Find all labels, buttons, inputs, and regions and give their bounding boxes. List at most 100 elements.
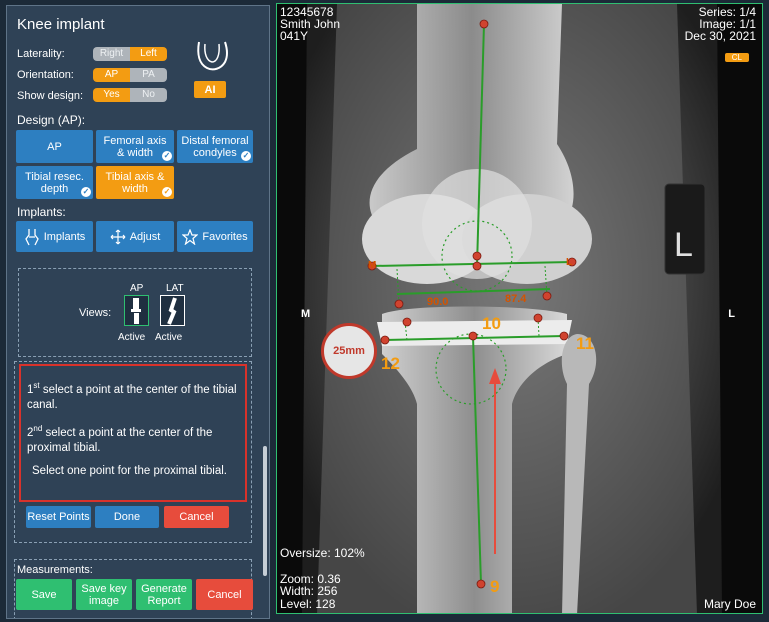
- view-ap-thumbnail[interactable]: [124, 295, 149, 326]
- orientation-pa-option[interactable]: PA: [130, 68, 167, 82]
- point-label-10: 10: [482, 314, 501, 333]
- design-heading: Design (AP):: [17, 113, 86, 127]
- calibration-marker[interactable]: 25mm: [321, 323, 377, 379]
- knee-ap-icon: [131, 298, 141, 324]
- point-marker[interactable]: [380, 335, 390, 345]
- views-label: Views:: [79, 307, 112, 319]
- condyle-lateral-label: L: [566, 257, 573, 268]
- knee-lat-icon: [167, 297, 177, 325]
- instruction-step-1: 1st select a point at the center of the …: [27, 381, 237, 411]
- adjust-label: Adjust: [129, 230, 161, 243]
- femoral-axis-width-button[interactable]: Femoral axis & width ✓: [96, 130, 174, 163]
- point-label-9: 9: [490, 577, 500, 596]
- view-lat-thumbnail[interactable]: [160, 295, 185, 326]
- femoral-axis-line: [476, 23, 485, 267]
- knee-implant-panel: Knee implant Laterality: Right Left Orie…: [6, 5, 270, 619]
- save-key-image-button[interactable]: Save key image: [76, 579, 132, 610]
- point-marker[interactable]: [394, 299, 404, 309]
- laterality-label: Laterality:: [17, 48, 65, 60]
- measurement-overlay[interactable]: [277, 4, 763, 614]
- tibial-resec-depth-button[interactable]: Tibial resec. depth ✓: [16, 166, 93, 199]
- done-button[interactable]: Done: [95, 506, 159, 528]
- condyle-medial-label: M: [368, 260, 377, 271]
- point-marker[interactable]: [533, 313, 543, 323]
- knee-implant-icon: [197, 41, 228, 71]
- level-readout: Level: 128: [280, 597, 336, 611]
- implants-label: Implants: [43, 230, 86, 243]
- show-design-no-option[interactable]: No: [130, 88, 167, 102]
- favorites-label: Favorites: [202, 230, 248, 243]
- check-icon: ✓: [162, 151, 172, 161]
- adjust-button[interactable]: Adjust: [96, 221, 174, 252]
- laterality-toggle[interactable]: Right Left: [93, 47, 167, 61]
- distal-femoral-condyles-label: Distal femoral condyles: [181, 134, 249, 159]
- laterality-right-option[interactable]: Right: [93, 47, 130, 61]
- oversize-readout: Oversize: 102%: [280, 546, 365, 560]
- view-ap-title: AP: [130, 283, 144, 294]
- orientation-label: Orientation:: [17, 69, 74, 81]
- instruction-note: Select one point for the proximal tibial…: [32, 464, 227, 477]
- favorites-button[interactable]: Favorites: [177, 221, 253, 252]
- width-readout: Width: 256: [280, 584, 338, 598]
- point-marker[interactable]: [542, 291, 552, 301]
- check-icon: ✓: [81, 187, 91, 197]
- check-icon: ✓: [241, 151, 251, 161]
- condyle-line: [396, 288, 551, 295]
- show-design-label: Show design:: [17, 90, 84, 102]
- medial-marker: M: [301, 308, 311, 320]
- angle-right: 87.4: [505, 293, 527, 305]
- cancel-points-button[interactable]: Cancel: [164, 506, 229, 528]
- measurements-heading: Measurements:: [17, 564, 93, 576]
- study-date: Dec 30, 2021: [684, 29, 756, 43]
- views-box: Views: AP LAT Active Active: [18, 268, 252, 357]
- instruction-step-2: 2nd select a point at the center of the …: [27, 423, 213, 454]
- patient-age: 041Y: [280, 29, 309, 43]
- point-marker[interactable]: [402, 317, 412, 327]
- point-marker[interactable]: [472, 261, 482, 271]
- star-icon: [182, 228, 199, 245]
- implant-icon: [24, 228, 39, 245]
- tibial-axis-width-label: Tibial axis & width: [105, 170, 165, 195]
- point-marker[interactable]: [559, 331, 569, 341]
- save-button[interactable]: Save: [16, 579, 72, 610]
- tibial-axis-line: [472, 335, 482, 585]
- xray-viewer[interactable]: 12345678 Smith John 041Y Series: 1/4 Ima…: [276, 3, 763, 614]
- cancel-button[interactable]: Cancel: [196, 579, 253, 610]
- panel-title: Knee implant: [17, 16, 105, 33]
- physician-name: Mary Doe: [703, 597, 756, 611]
- orientation-toggle[interactable]: AP PA: [93, 68, 167, 82]
- point-marker[interactable]: [468, 331, 478, 341]
- instructions-panel: 1st select a point at the center of the …: [19, 364, 247, 502]
- view-lat-title: LAT: [166, 283, 184, 294]
- move-arrows-icon: [110, 229, 126, 244]
- implants-heading: Implants:: [17, 205, 66, 219]
- design-ap-button[interactable]: AP: [16, 130, 93, 163]
- implants-button[interactable]: Implants: [16, 221, 93, 252]
- view-ap-status: Active: [118, 332, 146, 343]
- cl-badge[interactable]: CL: [724, 53, 749, 62]
- generate-report-button[interactable]: Generate Report: [136, 579, 192, 610]
- point-marker[interactable]: [479, 19, 489, 29]
- orientation-ap-option[interactable]: AP: [93, 68, 130, 82]
- point-marker[interactable]: [472, 251, 482, 261]
- dashed-guide: [396, 268, 400, 305]
- film-marker-letter: L: [674, 226, 693, 264]
- ai-button[interactable]: AI: [194, 81, 226, 98]
- point-marker[interactable]: [476, 579, 486, 589]
- show-design-yes-option[interactable]: Yes: [93, 88, 130, 102]
- femoral-width-line: [371, 261, 573, 267]
- tibial-axis-width-button[interactable]: Tibial axis & width ✓: [96, 166, 174, 199]
- laterality-left-option[interactable]: Left: [130, 47, 167, 61]
- angle-left: 90.0: [427, 296, 449, 308]
- view-lat-status: Active: [155, 332, 183, 343]
- show-design-toggle[interactable]: Yes No: [93, 88, 167, 102]
- panel-scrollbar[interactable]: [263, 446, 267, 576]
- point-label-11: 11: [576, 334, 594, 353]
- check-icon: ✓: [162, 187, 172, 197]
- design-ap-label: AP: [47, 140, 62, 153]
- tibial-resec-depth-label: Tibial resec. depth: [25, 170, 84, 195]
- arrow-head: [489, 368, 501, 384]
- distal-femoral-condyles-button[interactable]: Distal femoral condyles ✓: [177, 130, 253, 163]
- reset-points-button[interactable]: Reset Points: [26, 506, 91, 528]
- lateral-marker: L: [728, 308, 735, 320]
